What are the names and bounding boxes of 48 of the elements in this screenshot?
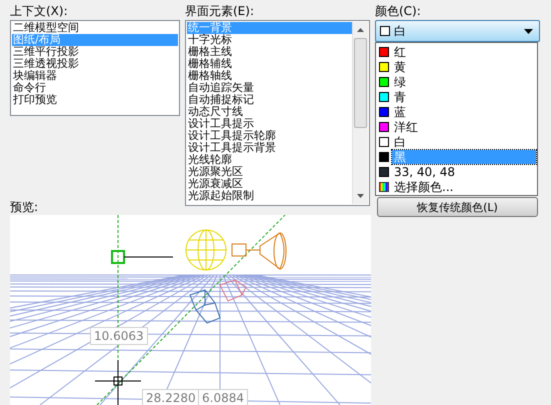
list-item[interactable]: 三维平行投影 — [12, 46, 178, 58]
color-option[interactable]: 33, 40, 48 — [377, 164, 536, 179]
dimension-readout: 10.6063 — [90, 327, 148, 345]
tracking-line — [124, 256, 174, 258]
color-option[interactable]: 选择颜色... — [377, 179, 536, 194]
caret-icon — [524, 28, 533, 34]
color-option[interactable]: 黄 — [377, 59, 536, 74]
spotlight-icon — [232, 232, 286, 270]
list-item[interactable]: 自动追踪矢量 — [187, 82, 352, 94]
restore-colors-button[interactable]: 恢复传统颜色(L) — [377, 197, 538, 217]
scrollbar[interactable] — [352, 22, 368, 204]
color-dropdown[interactable]: 白 — [375, 20, 540, 42]
list-item[interactable]: 栅格辅线 — [187, 58, 352, 70]
list-item[interactable]: 光源起始限制 — [187, 190, 352, 202]
list-item[interactable]: 设计工具提示轮廓 — [187, 130, 352, 142]
color-option[interactable]: 蓝 — [377, 104, 536, 119]
snap-marker-icon — [111, 250, 125, 264]
list-item[interactable]: 自动捕捉标记 — [187, 94, 352, 106]
dimension-readout: 28.2280 — [142, 389, 200, 405]
list-item[interactable]: 光源聚光区 — [187, 166, 352, 178]
list-item[interactable]: 块编辑器 — [12, 70, 178, 82]
interface-elements-label: 界面元素(E): — [185, 4, 255, 18]
color-label: 颜色(C): — [375, 4, 422, 18]
list-item[interactable]: 三维透视投影 — [12, 58, 178, 70]
list-item[interactable]: 动态尺寸线 — [187, 106, 352, 118]
list-item[interactable]: 光源衰减区 — [187, 178, 352, 190]
palette-icon — [379, 182, 389, 192]
color-option[interactable]: 红 — [377, 44, 536, 59]
dimension-readout: 6.0884 — [198, 389, 248, 405]
crosshair-cursor-icon — [94, 360, 142, 405]
preview-label: 预览: — [10, 200, 38, 214]
list-item[interactable]: 命令行 — [12, 82, 178, 94]
list-item[interactable]: 打印预览 — [12, 94, 178, 106]
list-item[interactable]: 二维模型空间 — [12, 22, 178, 34]
color-option[interactable]: 白 — [377, 134, 536, 149]
color-option[interactable]: 青 — [377, 89, 536, 104]
globe-light-icon — [186, 230, 226, 270]
list-item[interactable]: 设计工具提示背景 — [187, 142, 352, 154]
list-item[interactable]: 设计工具提示 — [187, 118, 352, 130]
color-option[interactable]: 洋红 — [377, 119, 536, 134]
list-item[interactable]: 光线轮廓 — [187, 154, 352, 166]
list-item[interactable]: 十字光标 — [187, 34, 352, 46]
color-option[interactable]: 绿 — [377, 74, 536, 89]
scroll-down-arrow-icon[interactable] — [357, 194, 364, 198]
list-item[interactable]: 栅格轴线 — [187, 70, 352, 82]
scroll-up-arrow-icon[interactable] — [357, 28, 364, 32]
context-label: 上下文(X): — [10, 4, 69, 18]
list-item[interactable]: 栅格主线 — [187, 46, 352, 58]
